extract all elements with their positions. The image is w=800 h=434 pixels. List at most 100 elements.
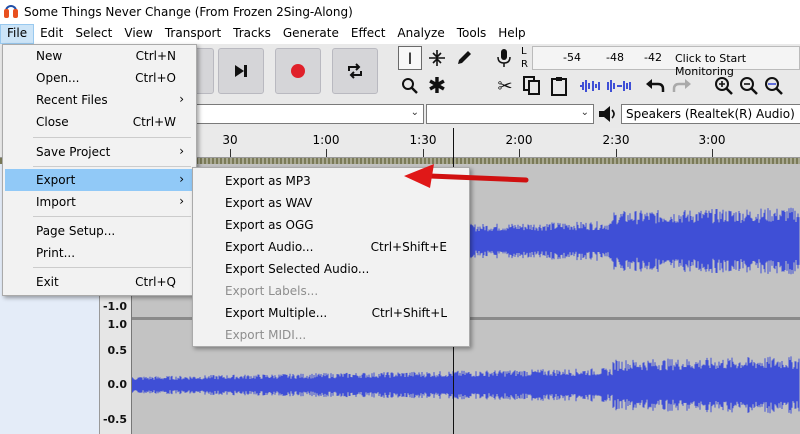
- record-button[interactable]: [275, 48, 321, 94]
- vscale-label: 0.5: [107, 344, 128, 357]
- undo-button[interactable]: [643, 74, 667, 98]
- meter-channel-l: L: [521, 46, 527, 57]
- silence-audio-button[interactable]: [606, 74, 632, 98]
- pencil-icon: [458, 51, 471, 64]
- zoom-out-icon: [740, 77, 758, 95]
- playback-device-value: Speakers (Realtek(R) Audio): [626, 107, 795, 121]
- vscale-label: -0.5: [102, 413, 127, 426]
- redo-icon: [672, 79, 691, 92]
- file-close-item[interactable]: Close Ctrl+W: [5, 111, 194, 133]
- copy-button[interactable]: [520, 74, 544, 98]
- selection-tool-button[interactable]: I: [398, 46, 422, 70]
- file-export-item[interactable]: Export ›: [5, 169, 194, 191]
- undo-icon: [646, 79, 665, 92]
- trim-waveform-icon: [580, 80, 600, 92]
- chevron-right-icon: ›: [179, 92, 184, 106]
- file-recent-files-item[interactable]: Recent Files ›: [5, 89, 194, 111]
- skip-end-button[interactable]: [218, 48, 264, 94]
- title-bar: Some Things Never Change (From Frozen 2S…: [0, 0, 800, 24]
- window-title: Some Things Never Change (From Frozen 2S…: [24, 5, 353, 19]
- speaker-icon: [598, 105, 618, 126]
- zoom-in-icon: [715, 77, 733, 95]
- menu-separator: [33, 137, 191, 138]
- menu-help[interactable]: Help: [492, 24, 531, 44]
- trim-audio-button[interactable]: [578, 74, 604, 98]
- recording-meter[interactable]: -54 -48 -42 Click to Start Monitoring: [532, 46, 800, 78]
- menu-select[interactable]: Select: [69, 24, 118, 44]
- file-menu-dropdown: New Ctrl+N Open... Ctrl+O Recent Files › Cl…: [2, 44, 197, 296]
- audio-host-select[interactable]: ⌄: [196, 104, 424, 124]
- menu-view[interactable]: View: [118, 24, 158, 44]
- menu-bar: File Edit Select View Transport Tracks G…: [0, 24, 800, 44]
- vscale-label: 1.0: [107, 318, 128, 331]
- chevron-right-icon: ›: [179, 172, 184, 186]
- clipboard-icon: [551, 77, 567, 96]
- export-labels-item: Export Labels...: [225, 284, 319, 298]
- menu-generate[interactable]: Generate: [277, 24, 345, 44]
- envelope-icon: [429, 50, 445, 66]
- ruler-label: 1:30: [409, 133, 437, 147]
- recording-channels-select[interactable]: ⌄: [426, 104, 594, 124]
- export-multiple-item[interactable]: Export Multiple... Ctrl+Shift+L: [195, 302, 467, 324]
- waveform-channel: [132, 356, 800, 414]
- zoom-out-button[interactable]: [737, 74, 761, 98]
- ruler-label: 3:00: [698, 133, 726, 147]
- file-print-item[interactable]: Print...: [5, 242, 194, 264]
- meter-tick: -54: [563, 51, 581, 64]
- file-save-project-item[interactable]: Save Project ›: [5, 141, 194, 163]
- zoom-in-button[interactable]: [712, 74, 736, 98]
- ruler-label: 30: [222, 133, 238, 147]
- file-import-item[interactable]: Import ›: [5, 191, 194, 213]
- menu-analyze[interactable]: Analyze: [391, 24, 450, 44]
- menu-effect[interactable]: Effect: [345, 24, 392, 44]
- microphone-icon: [497, 49, 511, 67]
- fit-selection-button[interactable]: [762, 74, 786, 98]
- asterisk-icon: ✱: [427, 73, 447, 99]
- fit-selection-icon: [765, 77, 783, 95]
- menu-separator: [33, 216, 191, 217]
- file-new-item[interactable]: New Ctrl+N: [5, 45, 194, 67]
- export-selected-audio-item[interactable]: Export Selected Audio...: [195, 258, 467, 280]
- magnifier-icon: [402, 78, 418, 94]
- menu-file[interactable]: File: [0, 24, 35, 44]
- multi-tool-button[interactable]: ✱: [425, 73, 449, 99]
- ruler-label: 2:30: [602, 133, 630, 147]
- envelope-tool-button[interactable]: [425, 46, 449, 70]
- menu-tools[interactable]: Tools: [451, 24, 493, 44]
- menu-edit[interactable]: Edit: [34, 24, 69, 44]
- menu-separator: [33, 166, 191, 167]
- export-audio-item[interactable]: Export Audio... Ctrl+Shift+E: [195, 236, 467, 258]
- ruler-label: 2:00: [505, 133, 533, 147]
- menu-transport[interactable]: Transport: [159, 24, 227, 44]
- vscale-label: 0.0: [107, 378, 128, 391]
- copy-icon: [523, 76, 540, 95]
- playback-device-select[interactable]: Speakers (Realtek(R) Audio): [621, 104, 800, 124]
- paste-button[interactable]: [547, 74, 571, 98]
- meter-channel-r: R: [521, 59, 528, 70]
- silence-waveform-icon: [607, 80, 631, 92]
- export-midi-item: Export MIDI...: [225, 328, 307, 342]
- cut-button[interactable]: ✂: [493, 74, 517, 98]
- annotation-arrow-icon: [404, 164, 529, 188]
- meter-tick: -48: [606, 51, 624, 64]
- file-open-item[interactable]: Open... Ctrl+O: [5, 67, 194, 89]
- skip-end-icon: [235, 65, 247, 77]
- zoom-tool-button[interactable]: [398, 74, 422, 98]
- loop-icon: [348, 63, 362, 79]
- draw-tool-button[interactable]: [452, 46, 476, 70]
- meter-tick: -42: [644, 51, 662, 64]
- cursor-i-beam-icon: I: [407, 48, 413, 68]
- chevron-down-icon: ⌄: [580, 107, 589, 118]
- audacity-logo-icon: [4, 5, 18, 19]
- record-meter-button[interactable]: [492, 46, 516, 70]
- redo-button[interactable]: [670, 74, 694, 98]
- export-ogg-item[interactable]: Export as OGG: [195, 214, 467, 236]
- chevron-down-icon: ⌄: [410, 107, 419, 118]
- scissors-icon: ✂: [497, 75, 513, 97]
- file-exit-item[interactable]: Exit Ctrl+Q: [5, 271, 194, 293]
- loop-button[interactable]: [332, 48, 378, 94]
- chevron-right-icon: ›: [179, 144, 184, 158]
- record-icon: [291, 64, 305, 78]
- menu-tracks[interactable]: Tracks: [227, 24, 277, 44]
- file-page-setup-item[interactable]: Page Setup...: [5, 220, 194, 242]
